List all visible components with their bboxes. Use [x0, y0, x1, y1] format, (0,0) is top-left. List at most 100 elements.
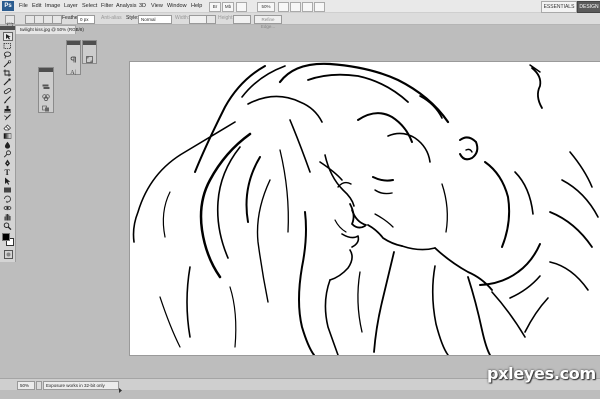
- height-label: Height:: [218, 15, 234, 21]
- menu-3d[interactable]: 3D: [139, 0, 146, 12]
- style-label: Style:: [126, 15, 139, 21]
- move-icon: [6, 34, 11, 40]
- floating-panel-right-header[interactable]: [67, 41, 80, 45]
- blur-icon: [4, 141, 11, 149]
- zoom-icon: [3, 222, 12, 230]
- path-select-tool[interactable]: [3, 177, 12, 185]
- menu-layer[interactable]: Layer: [64, 0, 78, 12]
- menu-edit[interactable]: Edit: [32, 0, 41, 12]
- shape-tool[interactable]: [3, 186, 12, 194]
- history-brush-icon: [3, 114, 11, 121]
- eraser-tool[interactable]: [3, 123, 12, 131]
- document-tab-title: twilight kiss.jpg @ 50% (RGB/8): [20, 27, 84, 32]
- character-panel-icon[interactable]: [70, 50, 77, 63]
- quick-mask-icon: [6, 252, 11, 257]
- line-art-drawing: [132, 62, 599, 355]
- document-tab[interactable]: twilight kiss.jpg @ 50% (RGB/8): [15, 25, 84, 34]
- menu-image[interactable]: Image: [45, 0, 60, 12]
- type-panel-icon[interactable]: A|: [70, 62, 77, 76]
- intersect-selection-icon[interactable]: [52, 15, 62, 24]
- menu-select[interactable]: Select: [82, 0, 97, 12]
- workspace-design-button[interactable]: DESIGN: [577, 1, 600, 13]
- width-field[interactable]: [189, 15, 207, 24]
- workspace-essentials-button[interactable]: ESSENTIALS: [541, 1, 577, 13]
- menu-bar: Ps File Edit Image Layer Select Filter A…: [0, 0, 600, 13]
- photoshop-logo: Ps: [2, 1, 14, 11]
- menu-window[interactable]: Window: [167, 0, 187, 12]
- zoom-level-box[interactable]: 50%: [257, 2, 275, 12]
- color-swatches[interactable]: [2, 233, 14, 246]
- healing-tool[interactable]: [3, 87, 12, 95]
- stamp-tool[interactable]: [3, 105, 12, 113]
- hand-view-button[interactable]: [278, 2, 289, 12]
- healing-icon: [3, 87, 12, 95]
- gradient-tool[interactable]: [3, 132, 12, 140]
- paths-icon: [42, 105, 49, 112]
- history-brush-tool[interactable]: [3, 114, 12, 122]
- menu-view[interactable]: View: [151, 0, 163, 12]
- style-select[interactable]: Normal: [138, 15, 172, 24]
- character-icon: A|: [70, 70, 76, 76]
- rotate-view-button[interactable]: [290, 2, 301, 12]
- antialias-checkbox[interactable]: Anti-alias: [101, 13, 122, 24]
- guides-button[interactable]: [236, 2, 247, 12]
- svg-text:A|: A|: [70, 70, 76, 75]
- menu-file[interactable]: File: [19, 0, 28, 12]
- 3d-orbit-tool[interactable]: [3, 204, 12, 212]
- navigator-icon: [86, 56, 93, 63]
- menu-analysis[interactable]: Analysis: [116, 0, 136, 12]
- navigator-panel-icon[interactable]: [86, 50, 93, 63]
- mini-bridge-button[interactable]: Mb: [222, 2, 234, 12]
- blur-tool[interactable]: [3, 141, 12, 149]
- tool-preset-picker[interactable]: [5, 15, 15, 28]
- marquee-icon: [3, 43, 11, 49]
- floating-panel-mini-header[interactable]: [83, 41, 96, 45]
- move-tool[interactable]: [3, 32, 13, 41]
- screen-mode-button[interactable]: [314, 2, 325, 12]
- height-field[interactable]: [233, 15, 251, 24]
- pen-icon: [5, 159, 10, 167]
- document-canvas[interactable]: [130, 62, 600, 355]
- watermark-logo: pxleyes.com: [487, 364, 596, 383]
- tools-panel-header[interactable]: [0, 26, 15, 30]
- eraser-icon: [3, 124, 11, 131]
- floating-panel-left-header[interactable]: [39, 68, 53, 72]
- menu-filter[interactable]: Filter: [101, 0, 113, 12]
- 3d-rotate-tool[interactable]: [3, 195, 12, 203]
- swap-dimensions-icon[interactable]: [206, 15, 216, 24]
- brush-icon: [4, 96, 11, 104]
- floating-panel-left: [38, 67, 54, 113]
- channels-panel-icon[interactable]: [42, 88, 50, 101]
- type-icon: T: [5, 168, 11, 176]
- pen-tool[interactable]: [3, 159, 12, 167]
- refine-edge-button[interactable]: Refine Edge...: [254, 15, 282, 29]
- lasso-tool[interactable]: [3, 51, 12, 59]
- arrange-documents-button[interactable]: [302, 2, 313, 12]
- dodge-tool[interactable]: [3, 150, 12, 158]
- path-select-icon: [5, 177, 11, 185]
- 3d-orbit-icon: [3, 205, 12, 211]
- layers-panel-icon[interactable]: [42, 77, 50, 89]
- hand-tool[interactable]: [3, 213, 12, 221]
- triangle-right-icon: [119, 388, 122, 393]
- foreground-color-swatch[interactable]: [2, 233, 10, 241]
- brush-tool[interactable]: [3, 96, 12, 104]
- 3d-rotate-icon: [4, 195, 11, 203]
- gradient-icon: [3, 133, 12, 139]
- bridge-button[interactable]: Br: [209, 2, 221, 12]
- zoom-tool[interactable]: [3, 222, 12, 230]
- eyedropper-tool[interactable]: [3, 78, 12, 86]
- paths-panel-icon[interactable]: [42, 99, 50, 112]
- feather-field[interactable]: 0 px: [77, 15, 95, 24]
- options-bar: Feather: 0 px Anti-alias Style: Normal W…: [0, 13, 600, 29]
- menu-help[interactable]: Help: [191, 0, 202, 12]
- status-expand-icon[interactable]: [118, 381, 123, 393]
- crop-tool[interactable]: [3, 69, 12, 77]
- marquee-tool[interactable]: [3, 42, 12, 50]
- shape-icon: [4, 187, 11, 193]
- lasso-icon: [3, 51, 12, 59]
- width-label: Width:: [175, 15, 190, 21]
- type-tool[interactable]: T: [3, 168, 12, 176]
- quick-mask-button[interactable]: [4, 250, 13, 259]
- quick-select-tool[interactable]: [3, 60, 12, 68]
